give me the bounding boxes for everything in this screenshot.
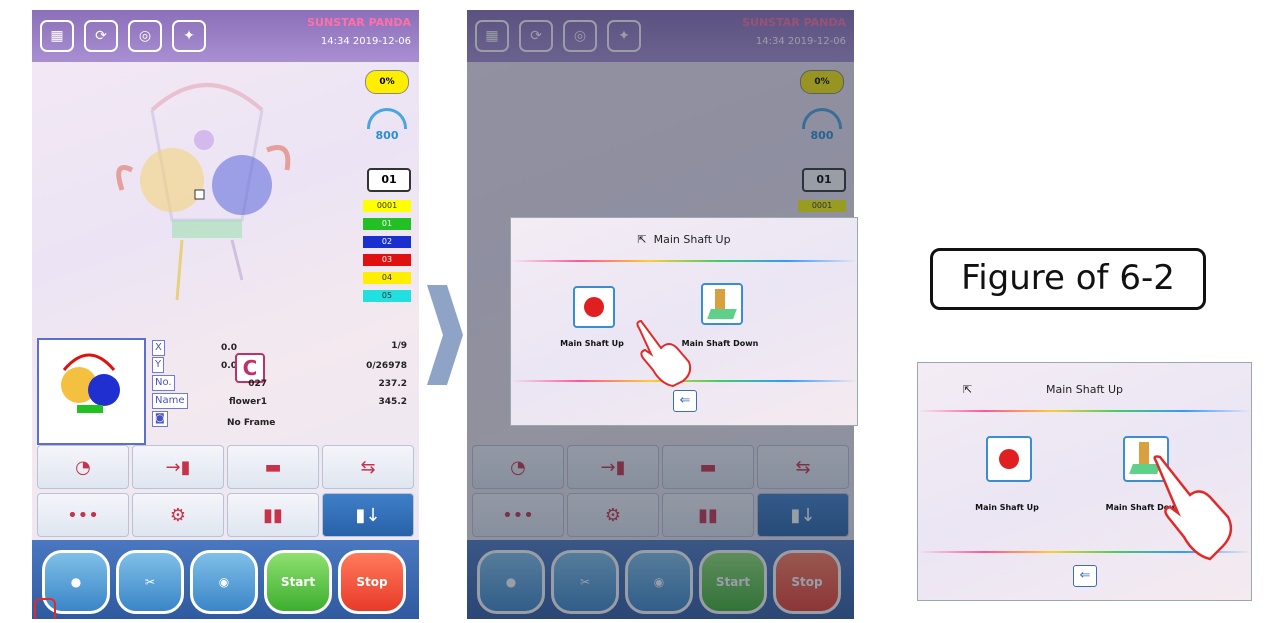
- main-shaft-up-icon[interactable]: [986, 436, 1032, 482]
- exit-icon[interactable]: ⇐: [673, 390, 697, 412]
- light-icon[interactable]: ✦: [172, 20, 206, 52]
- pattern-icon[interactable]: ▦: [40, 20, 74, 52]
- pointer-hand-icon: [34, 598, 56, 619]
- no-value: 027: [248, 379, 267, 389]
- design-height: 345.2: [378, 397, 407, 407]
- speed-button[interactable]: ◔: [37, 445, 129, 489]
- main-shaft-up-label: Main Shaft Up: [560, 339, 624, 348]
- color-step[interactable]: 01: [363, 218, 411, 230]
- main-shaft-down-icon[interactable]: [701, 283, 743, 325]
- stitch-count: 0/26978: [366, 361, 407, 371]
- trace-button[interactable]: ⇆: [322, 445, 414, 489]
- dialog-title: ⇱ Main Shaft Up: [637, 233, 731, 246]
- arrow-right-icon: [427, 285, 463, 385]
- embroidery-preview: [116, 83, 291, 301]
- network-icon[interactable]: ◎: [128, 20, 162, 52]
- design-thumbnail[interactable]: [37, 338, 146, 445]
- pointer-hand-icon: [636, 319, 692, 388]
- design-width: 237.2: [378, 379, 407, 389]
- divider: [511, 260, 857, 262]
- frame-move-button[interactable]: ◉: [190, 550, 258, 614]
- clock: 14:34 2019-12-06: [320, 36, 411, 47]
- stop-button[interactable]: Stop: [338, 550, 406, 614]
- x-value: 0.0: [221, 343, 237, 353]
- exit-icon[interactable]: ⇐: [1073, 565, 1097, 587]
- main-shaft-dialog-zoom: ⇱ Main Shaft Up Main Shaft Up Main Shaft …: [917, 362, 1252, 601]
- dialog-title: ⇱ Main Shaft Up: [963, 383, 1123, 396]
- embroidery-main-screen: ▦ ⟳ ◎ ✦ SUNSTAR PANDA 14:34 2019-12-06 0…: [32, 10, 419, 619]
- top-bar: ▦ ⟳ ◎ ✦ SUNSTAR PANDA 14:34 2019-12-06: [32, 10, 419, 62]
- no-label: No.: [152, 375, 175, 391]
- needle-move-button[interactable]: →▮: [132, 445, 224, 489]
- progress-badge: 0%: [365, 70, 409, 94]
- name-label: Name: [152, 393, 188, 409]
- settings-gear-icon[interactable]: ⚙: [132, 493, 224, 537]
- color-step[interactable]: 0001: [363, 200, 411, 212]
- rotate-icon[interactable]: ⟳: [84, 20, 118, 52]
- color-sequence[interactable]: 0001 01 02 03 04 05: [363, 200, 411, 308]
- needle-change-button[interactable]: ▮▮: [227, 493, 319, 537]
- cursor-icon: ⇱: [637, 233, 647, 246]
- color-step[interactable]: 05: [363, 290, 411, 302]
- brand-logo: SUNSTAR PANDA: [307, 16, 411, 29]
- divider: [918, 410, 1251, 412]
- needle-number[interactable]: 01: [367, 168, 411, 192]
- color-count: 1/9: [391, 341, 407, 351]
- color-step[interactable]: 02: [363, 236, 411, 248]
- color-step[interactable]: 04: [363, 272, 411, 284]
- main-shaft-button[interactable]: ▮↓: [322, 493, 414, 537]
- design-info-panel: X Y No. Name ◙ 0.0 0.0 C 027 flower1 No …: [37, 335, 415, 447]
- start-button[interactable]: Start: [264, 550, 332, 614]
- pointer-hand-icon: [1153, 455, 1233, 561]
- y-value: 0.0: [221, 361, 237, 371]
- color-step[interactable]: 03: [363, 254, 411, 266]
- main-shaft-up-label: Main Shaft Up: [975, 503, 1039, 512]
- speed-indicator: 800: [367, 108, 407, 142]
- speedometer-icon: [367, 108, 407, 129]
- cursor-icon: ⇱: [963, 383, 973, 396]
- main-shaft-up-icon[interactable]: [573, 286, 615, 328]
- camera-icon[interactable]: ◙: [152, 411, 168, 427]
- more-button[interactable]: •••: [37, 493, 129, 537]
- name-value: flower1: [229, 397, 267, 407]
- frame-button[interactable]: ▬: [227, 445, 319, 489]
- figure-caption: Figure of 6-2: [930, 248, 1206, 310]
- scissors-icon[interactable]: ✂: [116, 550, 184, 614]
- y-label: Y: [152, 357, 165, 373]
- function-grid: ◔ →▮ ▬ ⇆ ••• ⚙ ▮▮ ▮↓: [37, 445, 415, 540]
- main-shaft-dialog: ⇱ Main Shaft Up Main Shaft Up Main Shaft…: [510, 217, 858, 426]
- x-label: X: [152, 340, 165, 356]
- frame-value: No Frame: [227, 418, 276, 428]
- bottom-bar: ● ✂ ◉ Start Stop: [32, 540, 419, 619]
